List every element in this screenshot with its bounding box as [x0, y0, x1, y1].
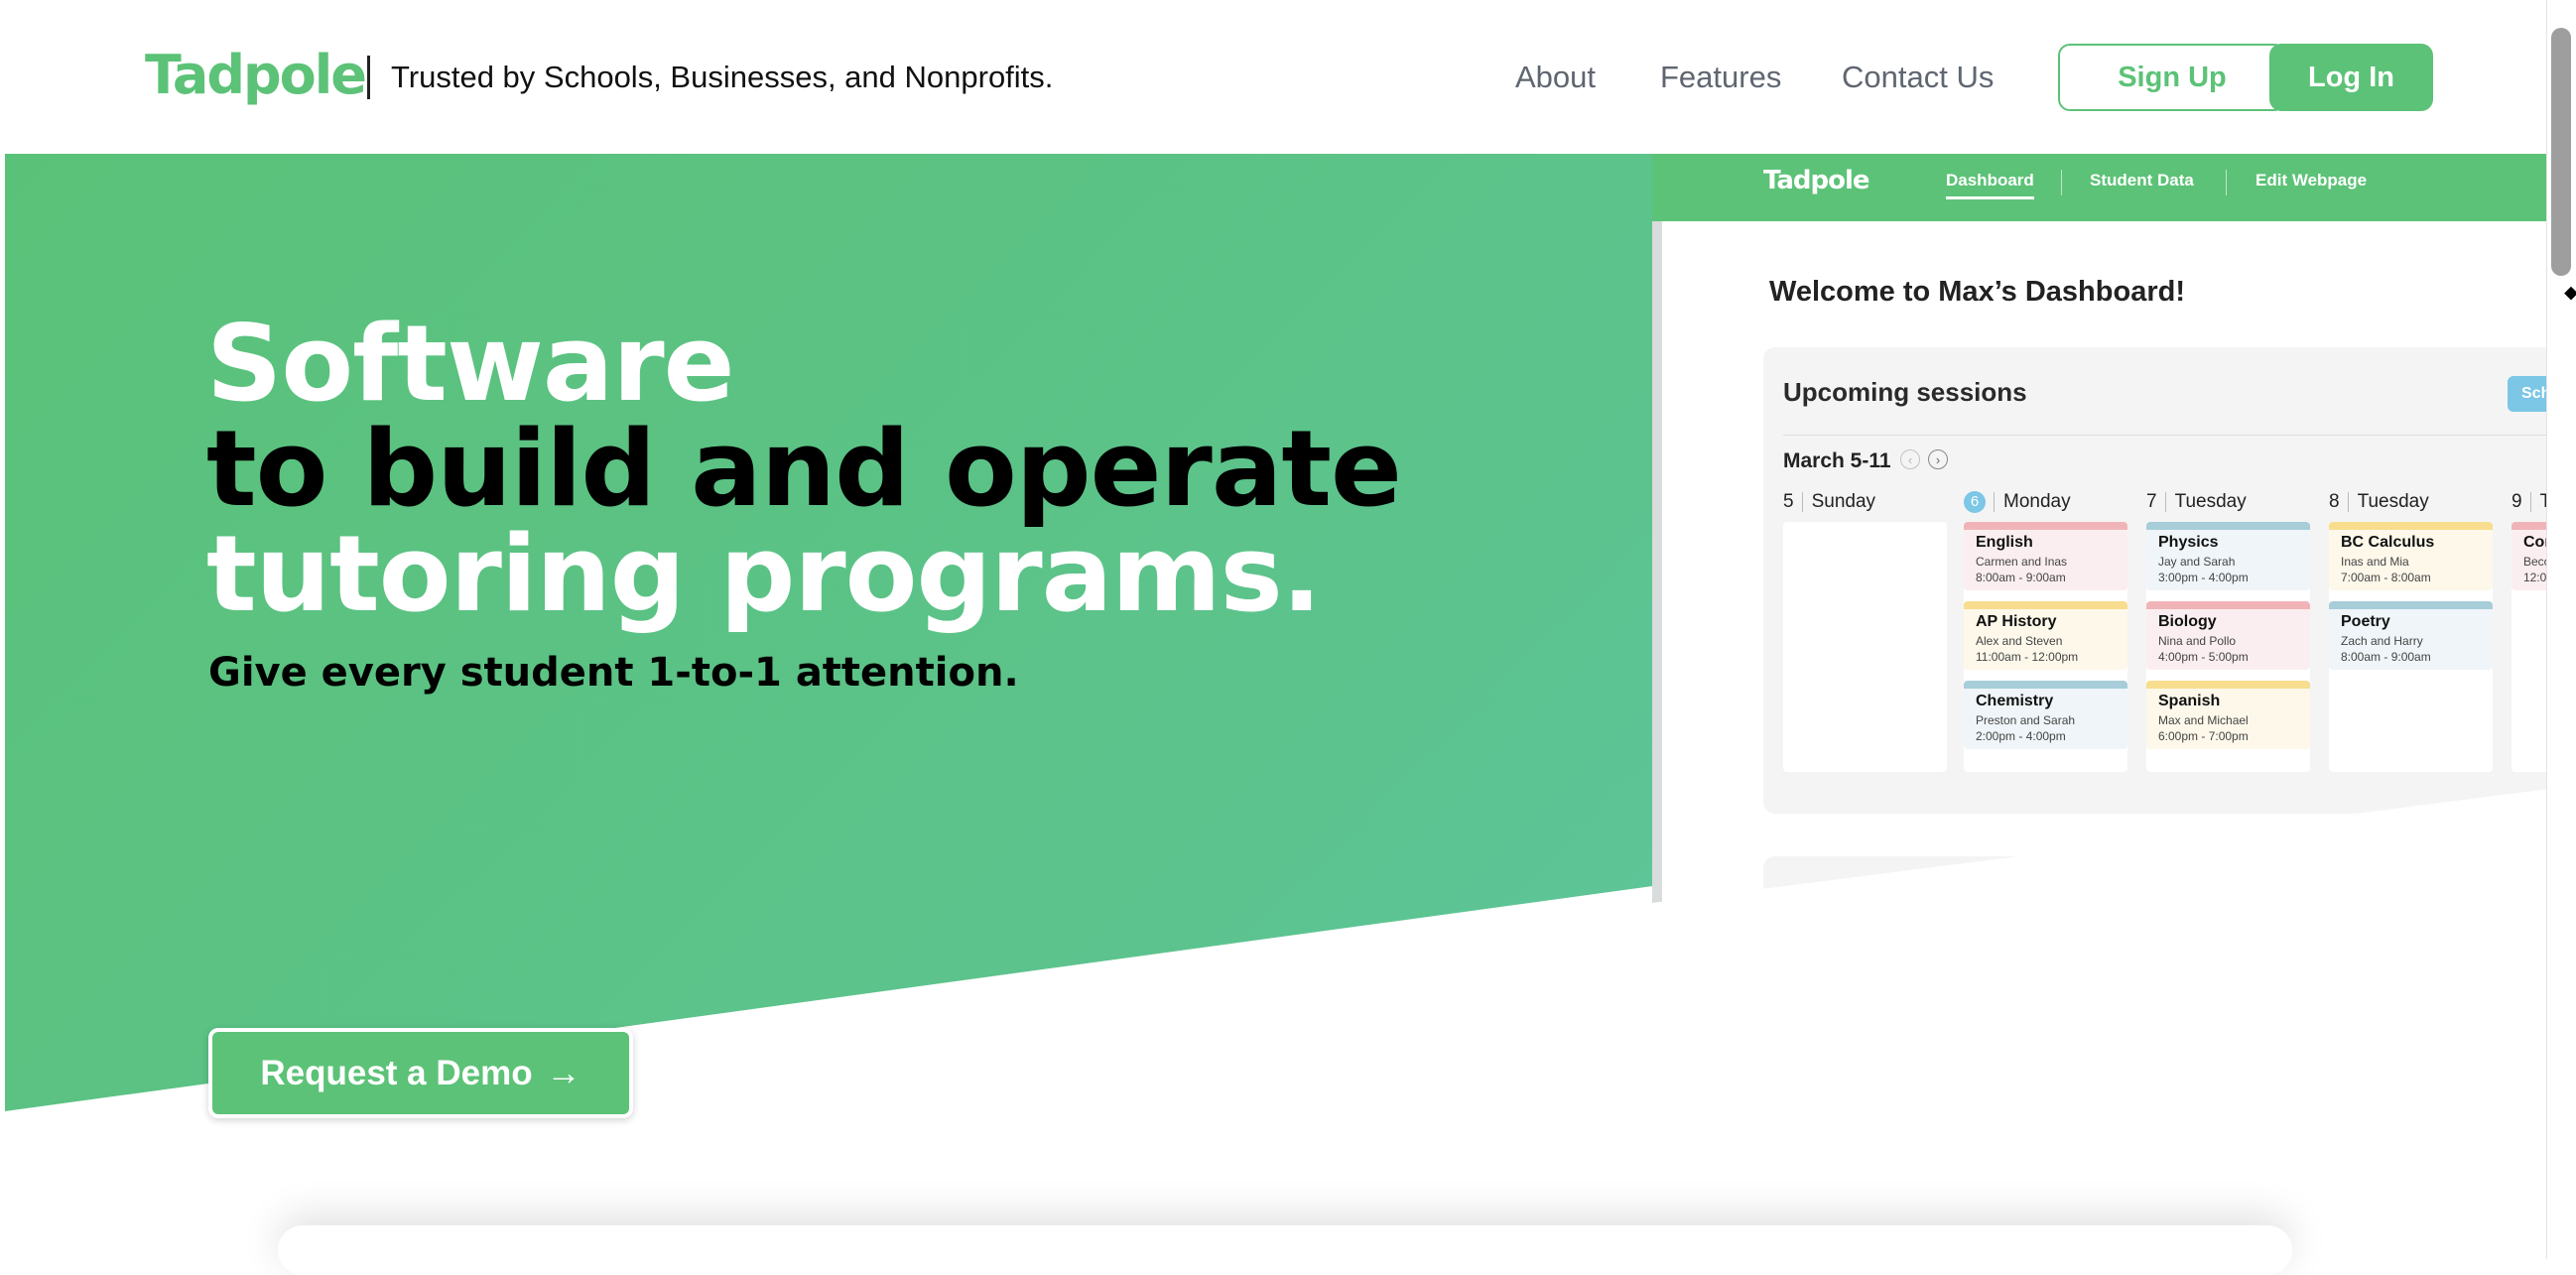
session-subject: English	[1976, 534, 2033, 551]
session-time: 8:00am - 9:00am	[2341, 650, 2431, 664]
session-people: Alex and Steven	[1976, 634, 2063, 648]
day-column	[1783, 522, 1947, 772]
session-subject: Biology	[2158, 613, 2217, 630]
session-card[interactable]: CompuBecca an12:00p	[2512, 522, 2550, 590]
schedule-button[interactable]: Schedule	[2508, 376, 2550, 412]
dashboard-preview: Tadpole Dashboard Student Data Edit Webp…	[1652, 154, 2550, 903]
tab-separator	[2226, 170, 2227, 195]
dashboard-navbar: Tadpole Dashboard Student Data Edit Webp…	[1652, 154, 2550, 221]
scrollbar-thumb[interactable]	[2551, 28, 2571, 276]
session-people: Nina and Pollo	[2158, 634, 2237, 648]
day-name: Monday	[2003, 491, 2071, 512]
page-scrollbar[interactable]	[2546, 0, 2576, 1259]
day-header: 7 Tuesday	[2146, 491, 2247, 513]
day-divider	[2347, 492, 2349, 512]
day-column: English Carmen and Inas 8:00am - 9:00am AP …	[1964, 522, 2127, 772]
day-divider	[1801, 492, 1803, 512]
session-card[interactable]: AP History Alex and Steven 11:00am - 12:00…	[1964, 601, 2127, 670]
upcoming-sessions-card: Upcoming sessions Schedule March 5-11 ‹ …	[1763, 347, 2550, 814]
day-number: 9	[2512, 491, 2522, 512]
session-people: Inas and Mia	[2341, 555, 2409, 569]
nav-contact-link[interactable]: Contact Us	[1842, 60, 1994, 95]
session-card[interactable]: Chemistry Preston and Sarah 2:00pm - 4:00p…	[1964, 681, 2127, 749]
dashboard-welcome-heading: Welcome to Max’s Dashboard!	[1769, 276, 2185, 308]
session-subject: AP History	[1976, 613, 2057, 630]
day-header: 8 Tuesday	[2329, 491, 2429, 513]
session-subject: Physics	[2158, 534, 2219, 551]
request-demo-label: Request a Demo	[260, 1053, 533, 1092]
day-name: Tuesday	[2357, 491, 2429, 512]
day-column: Physics Jay and Sarah 3:00pm - 4:00pm Biolo…	[2146, 522, 2310, 772]
today-date-badge: 6	[1964, 491, 1986, 513]
dashboard-tab-edit-webpage[interactable]: Edit Webpage	[2255, 171, 2367, 191]
session-subject: Spanish	[2158, 693, 2221, 709]
day-header: 6 Monday	[1964, 491, 2071, 513]
dashboard-tab-dashboard[interactable]: Dashboard	[1946, 171, 2034, 199]
session-time: 8:00am - 9:00am	[1976, 571, 2066, 584]
session-card[interactable]: BC Calculus Inas and Mia 7:00am - 8:00am	[2329, 522, 2493, 590]
day-header: 5 Sunday	[1783, 491, 1875, 513]
dashboard-logo: Tadpole	[1763, 166, 1870, 195]
session-time: 4:00pm - 5:00pm	[2158, 650, 2249, 664]
day-column: CompuBecca an12:00p	[2512, 522, 2550, 772]
session-time: 11:00am - 12:00pm	[1976, 650, 2079, 664]
cursor-icon: ⬥	[2564, 282, 2576, 304]
tab-separator	[2061, 170, 2062, 195]
session-people: Preston and Sarah	[1976, 713, 2076, 727]
log-in-button[interactable]: Log In	[2269, 44, 2433, 111]
week-label: March 5-11	[1783, 449, 1891, 472]
hero-heading-line-3: tutoring programs.	[206, 513, 1322, 635]
session-card[interactable]: Poetry Zach and Harry 8:00am - 9:00am	[2329, 601, 2493, 670]
prev-week-icon[interactable]: ‹	[1900, 449, 1920, 469]
session-time: 7:00am - 8:00am	[2341, 571, 2431, 584]
site-header: Tadpole Trusted by Schools, Businesses, …	[0, 0, 2576, 154]
session-card[interactable]: Physics Jay and Sarah 3:00pm - 4:00pm	[2146, 522, 2310, 590]
session-people: Max and Michael	[2158, 713, 2249, 727]
session-time: 6:00pm - 7:00pm	[2158, 729, 2249, 743]
hero-heading-line-1: Software	[206, 303, 735, 425]
session-time: 2:00pm - 4:00pm	[1976, 729, 2066, 743]
session-time: 3:00pm - 4:00pm	[2158, 571, 2249, 584]
day-number: 5	[1783, 491, 1794, 512]
day-divider	[2529, 492, 2531, 512]
day-divider	[1994, 492, 1995, 512]
dashboard-tab-student-data[interactable]: Student Data	[2090, 171, 2194, 191]
sessions-divider	[1783, 435, 2550, 436]
session-people: Zach and Harry	[2341, 634, 2423, 648]
session-card[interactable]: English Carmen and Inas 8:00am - 9:00am	[1964, 522, 2127, 590]
request-demo-button[interactable]: Request a Demo →	[208, 1028, 633, 1118]
dashboard-left-edge	[1652, 154, 1662, 903]
session-card[interactable]: Biology Nina and Pollo 4:00pm - 5:00pm	[2146, 601, 2310, 670]
session-subject: BC Calculus	[2341, 534, 2435, 551]
header-divider	[367, 56, 370, 99]
tadpole-logo[interactable]: Tadpole	[145, 44, 367, 106]
day-number: 8	[2329, 491, 2340, 512]
session-people: Jay and Sarah	[2158, 555, 2236, 569]
sessions-title: Upcoming sessions	[1783, 377, 2027, 407]
tagline: Trusted by Schools, Businesses, and Nonp…	[391, 60, 1054, 94]
nav-about-link[interactable]: About	[1515, 60, 1596, 95]
session-subject: Poetry	[2341, 613, 2390, 630]
day-name: Sunday	[1811, 491, 1876, 512]
day-header: 9Th	[2512, 491, 2550, 513]
arrow-right-icon: →	[546, 1053, 581, 1092]
hero-subheading: Give every student 1-to-1 attention.	[208, 650, 1019, 696]
day-column: BC Calculus Inas and Mia 7:00am - 8:00am Po…	[2329, 522, 2493, 772]
section-shadow	[278, 1225, 2292, 1275]
day-number: 7	[2146, 491, 2157, 512]
session-card[interactable]: Spanish Max and Michael 6:00pm - 7:00pm	[2146, 681, 2310, 749]
dashboard-secondary-card	[1763, 856, 2550, 903]
session-subject: Chemistry	[1976, 693, 2054, 709]
day-divider	[2164, 492, 2166, 512]
day-name: Tuesday	[2174, 491, 2247, 512]
hero-heading-line-2: to build and operate	[206, 408, 1402, 530]
session-people: Carmen and Inas	[1976, 555, 2068, 569]
sign-up-button[interactable]: Sign Up	[2058, 44, 2286, 111]
next-week-icon[interactable]: ›	[1928, 449, 1948, 469]
nav-features-link[interactable]: Features	[1660, 60, 1781, 95]
